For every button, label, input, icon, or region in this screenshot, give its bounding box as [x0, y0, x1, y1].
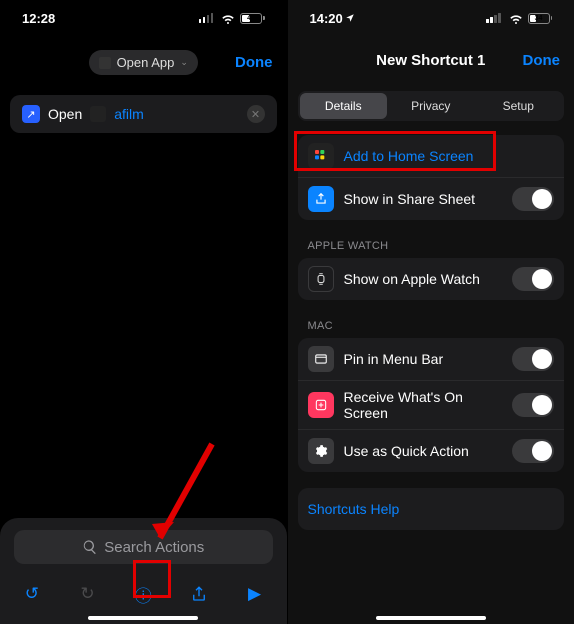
show-on-apple-watch-row: Show on Apple Watch: [298, 258, 565, 300]
open-action-icon: ↗: [22, 105, 40, 123]
play-button[interactable]: ▶: [241, 580, 269, 608]
group-mac: Pin in Menu Bar Receive What's On Screen…: [298, 338, 565, 472]
done-button[interactable]: Done: [523, 52, 561, 69]
nav-header: New Shortcut 1 Done: [288, 36, 574, 85]
done-button[interactable]: Done: [235, 54, 273, 71]
undo-button[interactable]: ↺: [18, 580, 46, 608]
empty-canvas: [0, 139, 287, 518]
status-time: 14:20: [310, 11, 343, 26]
receive-icon: [308, 392, 334, 418]
status-bar: 12:28 41: [0, 0, 287, 36]
group-watch: Show on Apple Watch: [298, 258, 565, 300]
battery-icon: 41: [240, 13, 265, 24]
section-header-mac: Mac: [308, 320, 555, 332]
battery-icon: 34: [528, 13, 553, 24]
pin-in-menu-bar-row: Pin in Menu Bar: [298, 338, 565, 380]
row-label: Receive What's On Screen: [344, 389, 503, 421]
quick-action-row: Use as Quick Action: [298, 429, 565, 472]
tab-setup[interactable]: Setup: [475, 93, 563, 119]
page-title: New Shortcut 1: [376, 52, 485, 69]
annotation-highlight-info: [133, 560, 171, 598]
action-param[interactable]: afilm: [114, 106, 144, 122]
action-verb: Open: [48, 106, 82, 122]
menubar-icon: [308, 346, 334, 372]
section-header-watch: Apple Watch: [308, 240, 555, 252]
gear-icon: [308, 438, 334, 464]
annotation-highlight-addhome: [294, 131, 496, 171]
search-icon: [82, 539, 98, 555]
chevron-down-icon: ⌄: [180, 57, 188, 68]
row-label: Use as Quick Action: [344, 443, 503, 459]
status-bar: 14:20 34: [288, 0, 574, 36]
show-in-share-sheet-row: Show in Share Sheet: [298, 177, 565, 220]
group-help: Shortcuts Help: [298, 488, 565, 530]
segmented-control[interactable]: Details Privacy Setup: [298, 91, 565, 121]
redo-button[interactable]: ↻: [74, 580, 102, 608]
wifi-icon: [508, 10, 524, 26]
location-icon: [345, 13, 355, 23]
receive-on-screen-row: Receive What's On Screen: [298, 380, 565, 429]
quick-action-toggle[interactable]: [512, 439, 554, 463]
app-param-icon: [90, 106, 106, 122]
row-label: Show in Share Sheet: [344, 191, 503, 207]
left-screen: 12:28 41 Open App ⌄ Done ↗ Open afilm ✕ …: [0, 0, 288, 624]
row-label: Pin in Menu Bar: [344, 351, 503, 367]
status-time: 12:28: [22, 11, 55, 26]
cellular-icon: [199, 13, 214, 23]
share-sheet-icon: [308, 186, 334, 212]
row-label: Show on Apple Watch: [344, 271, 503, 287]
home-indicator: [376, 616, 486, 620]
cellular-icon: [486, 13, 501, 23]
tab-privacy[interactable]: Privacy: [387, 93, 475, 119]
right-screen: 14:20 34 New Shortcut 1 Done Details Pri…: [288, 0, 574, 624]
action-type-pill[interactable]: Open App ⌄: [89, 50, 198, 75]
share-button[interactable]: [185, 580, 213, 608]
search-placeholder: Search Actions: [104, 539, 204, 556]
home-indicator: [88, 616, 198, 620]
share-sheet-toggle[interactable]: [512, 187, 554, 211]
shortcuts-help-row[interactable]: Shortcuts Help: [298, 488, 565, 530]
app-glyph-icon: [99, 57, 111, 69]
status-indicators: 41: [199, 10, 265, 26]
tab-details[interactable]: Details: [300, 93, 388, 119]
search-input[interactable]: Search Actions: [14, 530, 273, 564]
nav-header: Open App ⌄ Done: [0, 36, 287, 89]
row-label: Shortcuts Help: [308, 501, 555, 517]
apple-watch-toggle[interactable]: [512, 267, 554, 291]
status-indicators: 34: [486, 10, 552, 26]
apple-watch-icon: [308, 266, 334, 292]
action-row[interactable]: ↗ Open afilm ✕: [10, 95, 277, 133]
pill-label: Open App: [117, 55, 175, 70]
receive-toggle[interactable]: [512, 393, 554, 417]
pin-menubar-toggle[interactable]: [512, 347, 554, 371]
clear-action-button[interactable]: ✕: [247, 105, 265, 123]
status-time-area: 14:20: [310, 11, 355, 26]
wifi-icon: [220, 10, 236, 26]
